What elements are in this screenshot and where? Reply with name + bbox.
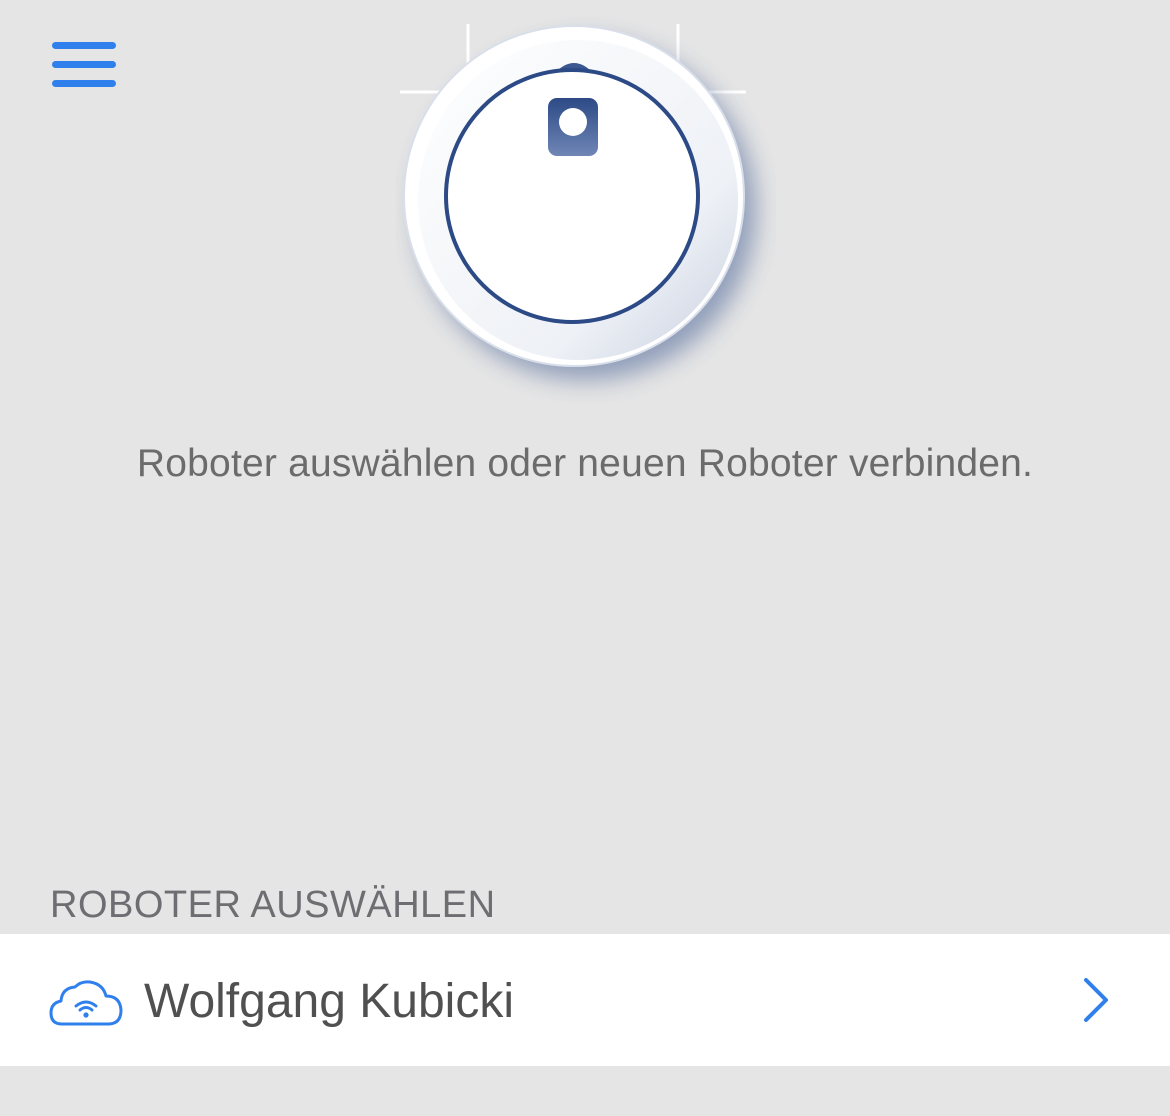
robot-list-item[interactable]: Wolfgang Kubicki [0,934,1170,1066]
robot-vacuum-illustration [396,14,776,404]
hamburger-bar [52,80,116,87]
robot-name: Wolfgang Kubicki [144,975,514,1028]
chevron-right-icon [1084,978,1108,1022]
cloud-wifi-icon [49,980,123,1026]
section-header: ROBOTER AUSWÄHLEN [50,884,496,926]
menu-button[interactable] [48,36,120,96]
hamburger-bar [52,61,116,68]
instruction-text: Roboter auswählen oder neuen Roboter ver… [136,442,1034,485]
hamburger-menu-icon [52,42,116,49]
